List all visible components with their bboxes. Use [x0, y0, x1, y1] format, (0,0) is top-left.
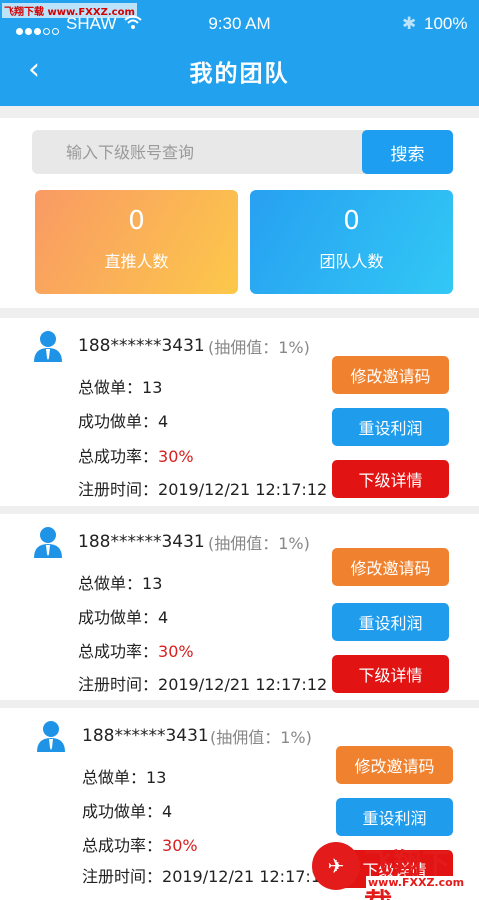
direct-count-value: 0: [128, 206, 145, 236]
reset-profit-button[interactable]: 重设利润: [336, 798, 453, 836]
edit-invite-code-button[interactable]: 修改邀请码: [332, 548, 449, 586]
watermark-url: www.FXXZ.com: [366, 876, 467, 889]
total-orders-label: 总做单：: [78, 574, 143, 593]
team-count-value: 0: [343, 206, 360, 236]
edit-invite-code-button[interactable]: 修改邀请码: [332, 356, 449, 394]
total-orders-value: 13: [146, 768, 167, 787]
success-rate-row: 总成功率：30%: [78, 638, 194, 662]
total-orders-label: 总做单：: [78, 378, 143, 397]
total-orders-label: 总做单：: [82, 768, 147, 787]
success-orders-value: 4: [162, 802, 173, 821]
reset-profit-button[interactable]: 重设利润: [332, 408, 449, 446]
battery-level: 100%: [424, 14, 468, 33]
success-orders-value: 4: [158, 412, 169, 431]
user-avatar-icon: [33, 330, 63, 362]
register-time-label: 注册时间：: [78, 480, 159, 499]
total-orders-value: 13: [142, 574, 163, 593]
search-panel: 搜索 0 直推人数 0 团队人数: [0, 118, 479, 308]
edit-invite-code-button[interactable]: 修改邀请码: [336, 746, 453, 784]
watermark-name: 飞翔下载: [364, 847, 452, 900]
user-avatar-icon: [33, 526, 63, 558]
member-commission: (抽佣值：1%): [208, 338, 310, 357]
member-commission: (抽佣值：1%): [210, 728, 312, 747]
direct-count-label: 直推人数: [104, 252, 169, 271]
register-time-row: 注册时间：2019/12/21 12:17:12: [82, 863, 331, 887]
search-input[interactable]: [32, 130, 372, 174]
success-orders-row: 成功做单：4: [78, 408, 168, 432]
register-time-row: 注册时间：2019/12/21 12:17:12: [78, 671, 327, 695]
success-rate-label: 总成功率：: [78, 642, 159, 661]
total-orders-row: 总做单：13: [82, 764, 166, 788]
success-orders-row: 成功做单：4: [78, 604, 168, 628]
register-time-label: 注册时间：: [78, 675, 159, 694]
success-rate-value: 30%: [158, 642, 194, 661]
direct-count-card: 0 直推人数: [35, 190, 238, 294]
total-orders-row: 总做单：13: [78, 374, 162, 398]
user-avatar-icon: [36, 720, 66, 752]
subordinate-details-button[interactable]: 下级详情: [332, 655, 449, 693]
bluetooth-icon: ✱: [402, 14, 417, 34]
register-time-row: 注册时间：2019/12/21 12:17:12: [78, 476, 327, 500]
member-commission: (抽佣值：1%): [208, 534, 310, 553]
reset-profit-button[interactable]: 重设利润: [332, 603, 449, 641]
page-title: 我的团队: [189, 61, 290, 87]
subordinate-details-button[interactable]: 下级详情: [332, 460, 449, 498]
register-time-label: 注册时间：: [82, 867, 163, 886]
member-phone: 188******3431: [78, 336, 205, 356]
success-rate-value: 30%: [162, 836, 198, 855]
success-orders-label: 成功做单：: [82, 802, 163, 821]
success-orders-label: 成功做单：: [78, 608, 159, 627]
success-orders-label: 成功做单：: [78, 412, 159, 431]
member-phone: 188******3431: [78, 532, 205, 552]
team-count-label: 团队人数: [319, 252, 384, 271]
member-card: 188******3431 (抽佣值：1%) 总做单：13 成功做单：4 总成功…: [0, 318, 479, 506]
watermark-bird-icon: ✈: [312, 842, 360, 890]
success-rate-row: 总成功率：30%: [82, 832, 198, 856]
member-card: 188******3431 (抽佣值：1%) 总做单：13 成功做单：4 总成功…: [0, 514, 479, 700]
success-rate-label: 总成功率：: [82, 836, 163, 855]
watermark-top: 飞翔下载 www.FXXZ.com: [2, 3, 137, 18]
success-rate-value: 30%: [158, 447, 194, 466]
success-orders-row: 成功做单：4: [82, 798, 172, 822]
success-rate-row: 总成功率：30%: [78, 443, 194, 467]
total-orders-row: 总做单：13: [78, 570, 162, 594]
success-orders-value: 4: [158, 608, 169, 627]
total-orders-value: 13: [142, 378, 163, 397]
team-count-card: 0 团队人数: [250, 190, 453, 294]
register-time-value: 2019/12/21 12:17:12: [158, 675, 328, 694]
register-time-value: 2019/12/21 12:17:12: [158, 480, 328, 499]
watermark-logo: ✈ 飞翔下载 www.FXXZ.com: [312, 836, 479, 900]
register-time-value: 2019/12/21 12:17:12: [162, 867, 332, 886]
member-phone: 188******3431: [82, 726, 209, 746]
search-button[interactable]: 搜索: [362, 130, 453, 174]
success-rate-label: 总成功率：: [78, 447, 159, 466]
